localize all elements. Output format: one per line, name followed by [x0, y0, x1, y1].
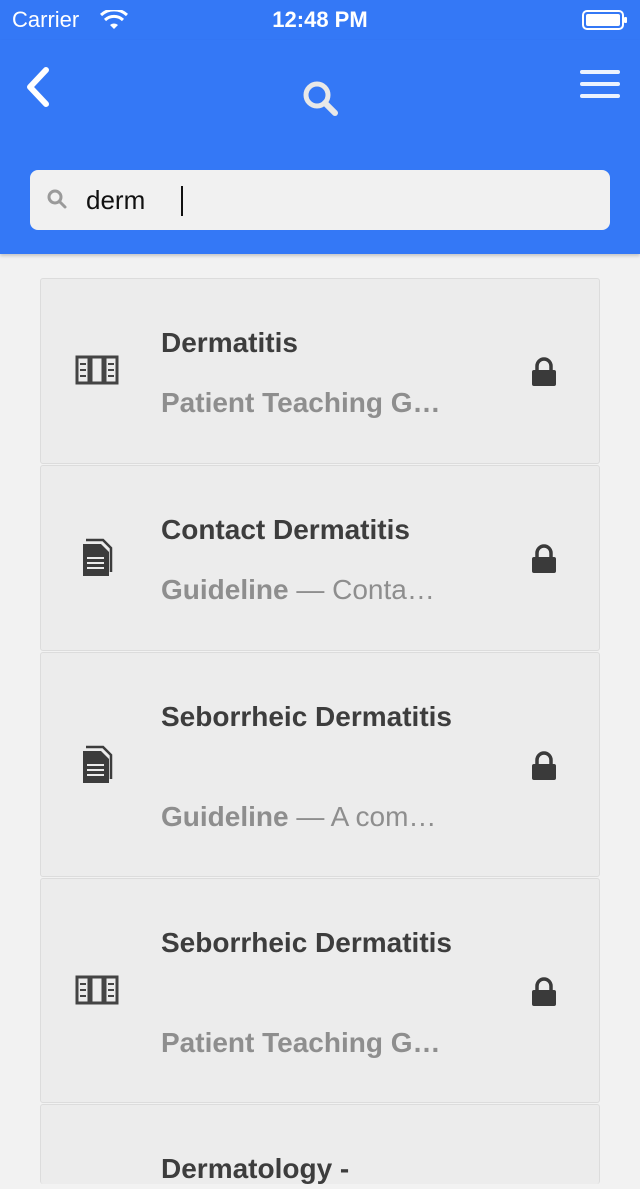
- result-title: Seborrheic Dermatitis: [161, 701, 452, 732]
- result-card[interactable]: Dermatitis Patient Teaching G…: [40, 278, 600, 464]
- result-title: Contact Dermatitis: [161, 514, 410, 545]
- book-icon: [75, 975, 119, 1005]
- lock-icon: [532, 357, 556, 386]
- result-type: Patient Teaching G…: [161, 387, 441, 418]
- document-icon: [83, 538, 113, 576]
- status-time: 12:48 PM: [272, 7, 368, 32]
- result-description: — A com…: [296, 801, 437, 832]
- lock-icon: [532, 977, 556, 1006]
- app-header: [0, 40, 640, 254]
- search-field-icon: [47, 189, 67, 209]
- result-subtitle: Patient Teaching G…: [161, 383, 501, 423]
- document-icon: [83, 745, 113, 783]
- search-bar[interactable]: [30, 170, 610, 230]
- result-subtitle: Patient Teaching G…: [161, 1023, 501, 1063]
- search-icon: [303, 81, 338, 116]
- result-subtitle: Guideline — Conta…: [161, 570, 501, 610]
- result-type: Guideline: [161, 801, 289, 832]
- hamburger-menu-icon[interactable]: [580, 70, 620, 100]
- result-card[interactable]: Seborrheic Dermatitis Patient Teaching G…: [40, 878, 600, 1103]
- result-title: Seborrheic Dermatitis: [161, 927, 452, 958]
- result-card[interactable]: Contact Dermatitis Guideline — Conta…: [40, 465, 600, 651]
- result-type: Guideline: [161, 574, 289, 605]
- lock-icon: [532, 751, 556, 780]
- result-description: — Conta…: [296, 574, 435, 605]
- book-icon: [75, 355, 119, 385]
- search-input[interactable]: [86, 170, 586, 230]
- result-title: Dermatitis: [161, 327, 298, 358]
- result-card[interactable]: Seborrheic Dermatitis Guideline — A com…: [40, 652, 600, 877]
- result-card[interactable]: Dermatology -: [40, 1104, 600, 1184]
- chevron-left-icon[interactable]: [20, 64, 60, 110]
- results-list: Dermatitis Patient Teaching G… Contact D…: [40, 278, 600, 1184]
- lock-icon: [532, 544, 556, 573]
- text-caret: [181, 186, 183, 216]
- status-bar: Carrier 12:48 PM: [0, 0, 640, 40]
- result-type: Patient Teaching G…: [161, 1027, 441, 1058]
- result-title: Dermatology -: [161, 1153, 350, 1184]
- result-subtitle: Guideline — A com…: [161, 797, 501, 837]
- battery-icon: [582, 10, 627, 30]
